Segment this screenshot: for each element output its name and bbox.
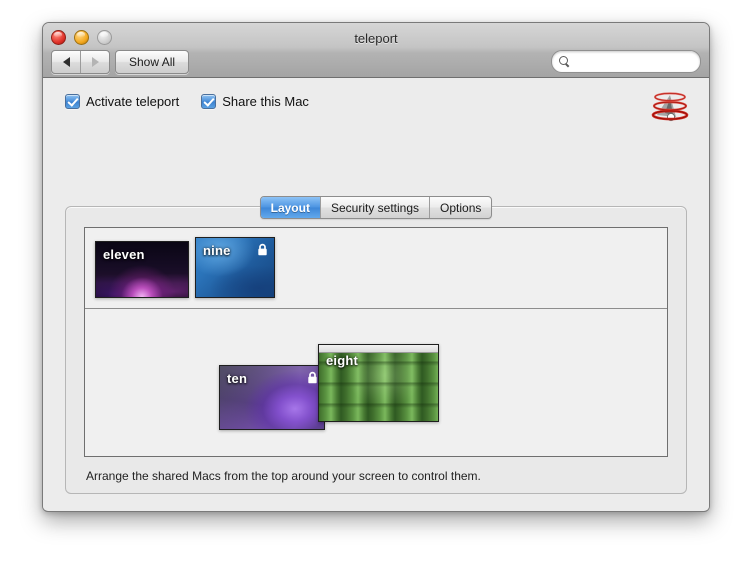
show-all-label: Show All: [129, 55, 176, 69]
mac-thumbnail-ten[interactable]: ten: [219, 365, 325, 430]
share-this-mac-label: Share this Mac: [222, 94, 309, 109]
tab-layout-label: Layout: [270, 200, 310, 215]
mac-thumbnail-nine[interactable]: nine: [195, 237, 275, 298]
checkbox-checked-icon: [65, 94, 80, 109]
navigation-segment: [51, 50, 110, 74]
lock-icon: [257, 243, 268, 256]
search-input[interactable]: [559, 53, 709, 70]
toolbar: Show All: [43, 49, 709, 77]
back-arrow-icon: [62, 57, 70, 67]
window-title: teleport: [354, 31, 398, 46]
activate-teleport-label: Activate teleport: [86, 94, 180, 109]
mac-name-label: eleven: [103, 247, 145, 262]
system-preferences-window: teleport Show All Activate teleport Shar…: [42, 22, 710, 512]
mac-name-label: eight: [326, 353, 359, 368]
checkbox-checked-icon: [201, 94, 217, 109]
tab-options[interactable]: Options: [429, 197, 491, 218]
window-body: Activate teleport Share this Mac Layout …: [43, 78, 709, 510]
back-button[interactable]: [52, 51, 80, 73]
layout-panel[interactable]: eleven nine ten eight: [84, 227, 668, 457]
activate-teleport-checkbox[interactable]: Activate teleport: [65, 94, 179, 109]
share-this-mac-checkbox[interactable]: Share this Mac: [201, 94, 309, 109]
forward-arrow-icon: [91, 57, 99, 67]
mac-thumbnail-eight[interactable]: eight: [318, 344, 439, 422]
layout-container: eleven nine ten eight Arrange the shared…: [65, 206, 687, 494]
teleport-logo-icon: [649, 86, 691, 126]
show-all-button[interactable]: Show All: [115, 50, 190, 74]
window-titlebar[interactable]: teleport Show All: [43, 23, 709, 78]
tab-security-settings[interactable]: Security settings: [319, 197, 429, 218]
shared-macs-shelf[interactable]: eleven nine: [85, 228, 667, 309]
mac-name-label: nine: [203, 243, 231, 258]
tab-options-label: Options: [440, 200, 482, 215]
forward-button[interactable]: [80, 51, 109, 73]
mac-thumbnail-eleven[interactable]: eleven: [95, 241, 189, 298]
lock-icon: [307, 371, 318, 384]
layout-instructions: Arrange the shared Macs from the top aro…: [86, 469, 481, 483]
options-checkbox-row: Activate teleport Share this Mac: [65, 94, 309, 109]
mac-name-label: ten: [227, 371, 248, 386]
local-menubar-strip: [319, 345, 438, 353]
screenshot-root: teleport Show All Activate teleport Shar…: [0, 0, 750, 565]
tab-layout[interactable]: Layout: [260, 197, 320, 218]
search-field[interactable]: [551, 50, 709, 73]
tab-security-settings-label: Security settings: [330, 200, 420, 215]
tab-bar: Layout Security settings Options: [43, 196, 709, 219]
screen-arrangement-stage[interactable]: ten eight: [85, 309, 667, 456]
tab-group: Layout Security settings Options: [259, 196, 493, 219]
